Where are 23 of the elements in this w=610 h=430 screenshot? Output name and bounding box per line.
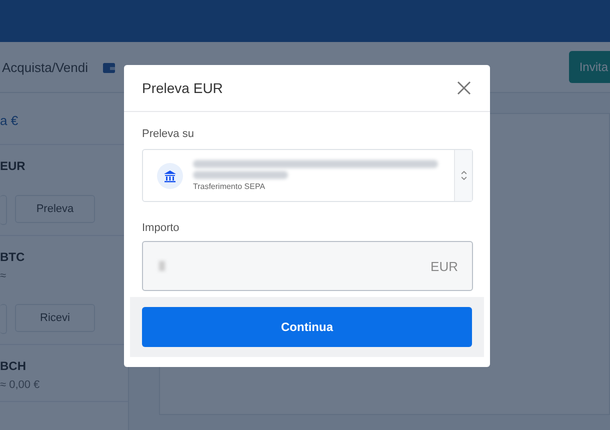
close-icon[interactable] [456,80,472,96]
wallet-icon[interactable] [102,60,116,74]
balance-text: a € [0,112,20,130]
continue-button[interactable]: Continua [142,307,472,347]
transfer-method: Trasferimento SEPA [193,182,266,191]
fiat-value: ≈ 0,00 € [0,379,41,391]
chevron-updown-icon [460,169,468,182]
fiat-value: ≈ [0,270,8,282]
currency-label: BCH [0,359,27,373]
field-label: Importo [142,222,180,234]
account-select[interactable]: Trasferimento SEPA [142,149,473,202]
currency-label: BTC [0,250,26,264]
blurred-amount [159,261,165,271]
amount-field[interactable]: EUR [142,241,473,291]
currency-label: EUR [0,159,26,173]
field-label: Preleva su [142,128,195,140]
action-button[interactable]: Preleva [15,195,95,223]
invite-button[interactable]: Invita [569,51,610,83]
action-button[interactable]: Ricevi [15,304,95,332]
dialog-title: Preleva EUR [142,80,223,96]
nav-tab[interactable]: Acquista/Vendi [2,60,88,74]
bank-icon [157,162,183,188]
currency-suffix: EUR [430,258,458,274]
